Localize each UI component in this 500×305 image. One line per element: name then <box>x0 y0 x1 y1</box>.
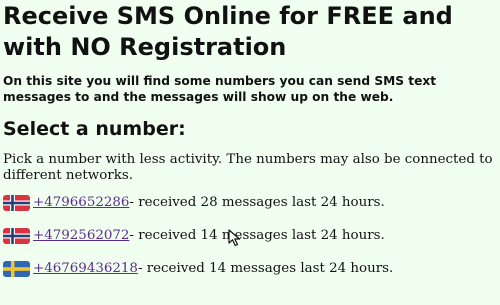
sweden-flag-icon <box>3 260 30 277</box>
numbers-list: +4796652286 - received 28 messages last … <box>3 194 497 277</box>
phone-number-link[interactable]: +46769436218 <box>33 260 138 277</box>
message-count-text: - received 14 messages last 24 hours. <box>137 261 394 276</box>
select-number-heading: Select a number: <box>3 118 186 140</box>
message-count-text: - received 14 messages last 24 hours. <box>129 228 385 243</box>
norway-flag-icon <box>3 194 30 211</box>
pick-number-description: Pick a number with less activity. The nu… <box>3 152 493 183</box>
phone-number-link[interactable]: +4796652286 <box>33 194 129 211</box>
mouse-pointer-icon <box>228 229 241 247</box>
message-count-text: - received 28 messages last 24 hours. <box>129 195 385 210</box>
number-row-norway-1: +4796652286 - received 28 messages last … <box>3 194 497 211</box>
phone-number-link[interactable]: +4792562072 <box>33 227 129 244</box>
norway-flag-icon <box>3 227 30 244</box>
intro-text: On this site you will find some numbers … <box>3 74 437 104</box>
number-row-sweden: +46769436218 - received 14 messages last… <box>3 260 497 277</box>
number-row-norway-2: +4792562072 - received 14 messages last … <box>3 227 497 244</box>
page-content: Receive SMS Online for FREE and with NO … <box>3 0 497 293</box>
page-title: Receive SMS Online for FREE and with NO … <box>3 2 453 61</box>
